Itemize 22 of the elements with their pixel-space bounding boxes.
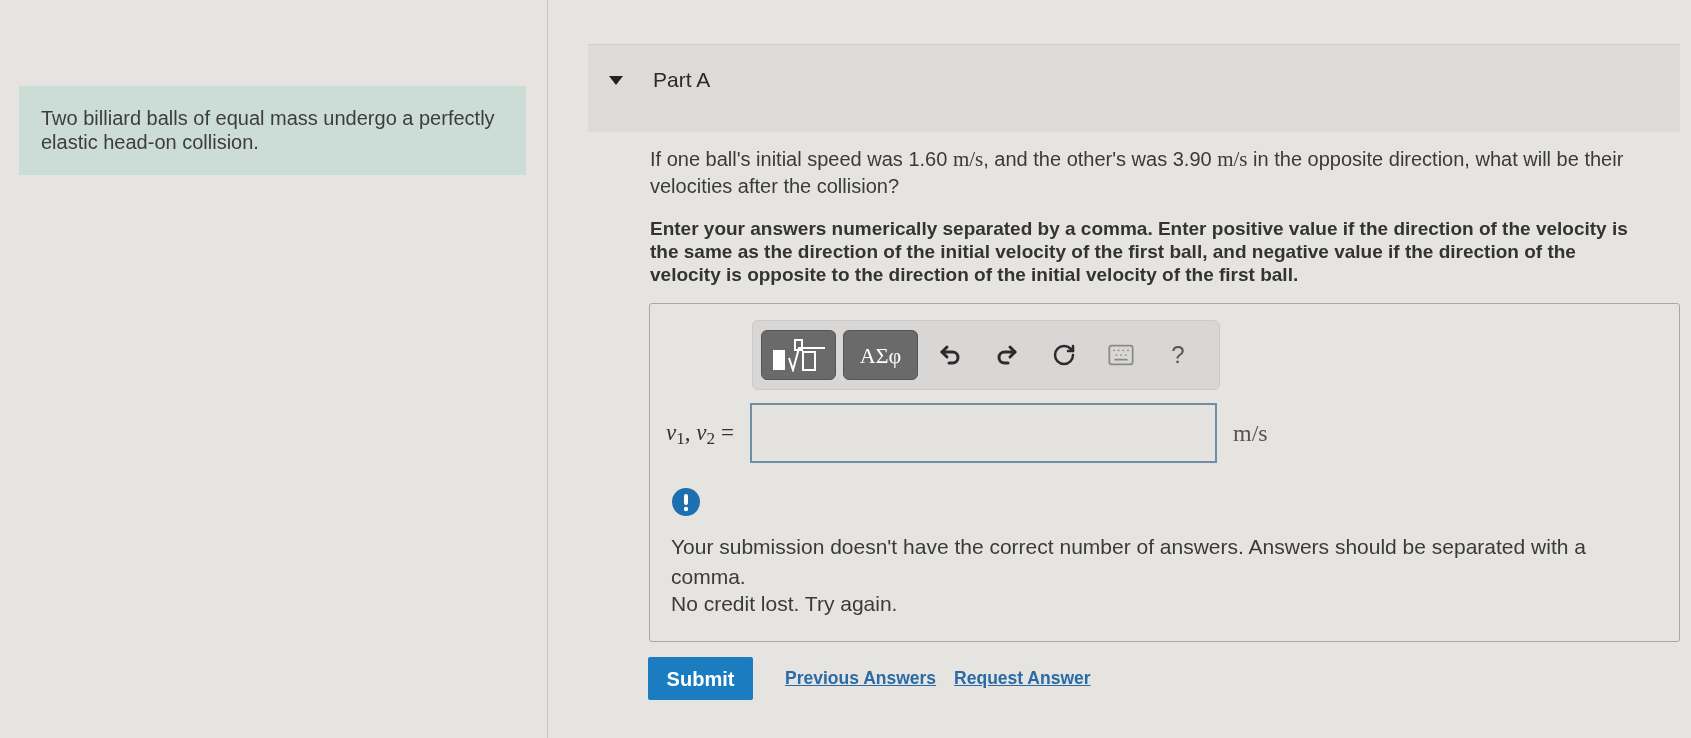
- answer-link[interactable]: Request Answer: [954, 665, 1091, 692]
- help-button[interactable]: ?: [1153, 330, 1203, 380]
- exclamation-icon: [672, 488, 700, 516]
- question-text: If one ball's initial speed was 1.60 m/s, and the other's was 3.90 m/s in the opposite direction, what will be their velocities after the collision?: [650, 146, 1625, 199]
- reset-icon: [1052, 343, 1076, 367]
- symbols-button[interactable]: ΑΣφ: [843, 330, 918, 380]
- answer-label: v$_{1}$, v$_{2}$ =: [666, 419, 734, 445]
- intro-text: Two billiard balls of equal mass undergo a perfectly elastic head-on collision.: [19, 86, 526, 175]
- answer-link[interactable]: Previous Answers: [785, 665, 937, 692]
- instructions-text: Enter your answers numerically separated by a comma. Enter positive value if the direction of the velocity is the same as the direction of the initial velocity of the first ball, and negative value if the direction of the velocity is opposite to the direction of the initial velocity of the first ball.: [650, 217, 1629, 286]
- caret-down-icon: [609, 75, 623, 85]
- root-template-icon: [771, 338, 826, 372]
- templates-button[interactable]: [761, 330, 836, 380]
- redo-icon: [995, 343, 1019, 367]
- feedback-message: Your submission doesn't have the correct number of answers. Answers should be separated with a comma.: [671, 534, 1587, 590]
- part-title: Part A: [653, 67, 711, 93]
- submit-button[interactable]: Submit: [648, 657, 753, 700]
- answer-input[interactable]: [750, 403, 1217, 463]
- unit-label: m/s: [1233, 419, 1268, 448]
- undo-icon: [938, 343, 962, 367]
- part-header[interactable]: Part A: [588, 44, 1680, 132]
- feedback-note: No credit lost. Try again.: [671, 592, 899, 616]
